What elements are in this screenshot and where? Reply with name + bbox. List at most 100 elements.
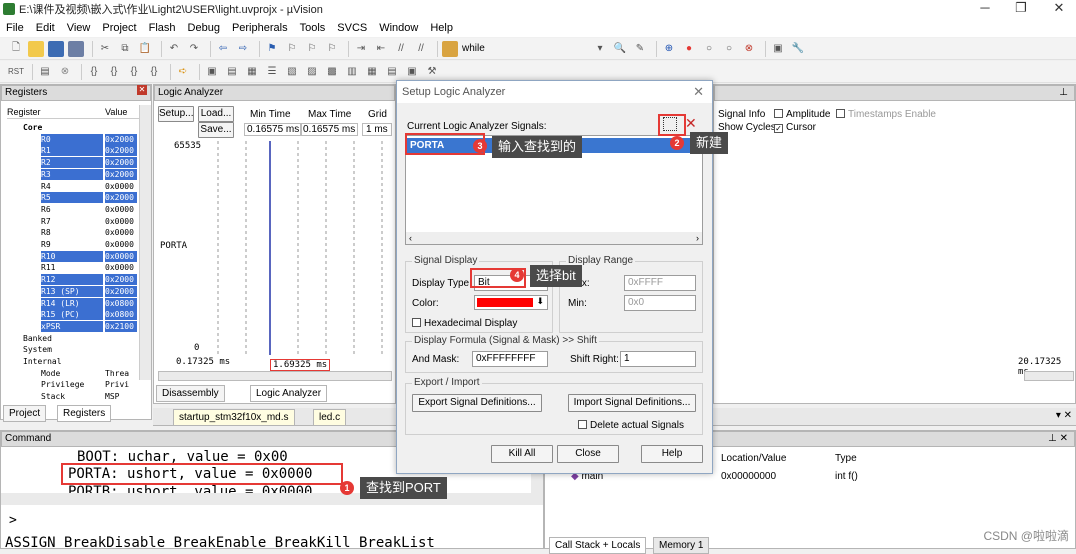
la-load-button[interactable]: Load... <box>198 106 234 122</box>
and-mask-field[interactable]: 0xFFFFFFFF <box>472 351 548 367</box>
register-row[interactable]: R2 0x2000 <box>1 157 137 169</box>
dialog-close-icon[interactable]: ✕ <box>693 84 704 100</box>
tab-project[interactable]: Project <box>3 405 47 422</box>
tab-call-stack[interactable]: Call Stack + Locals <box>549 537 647 554</box>
register-row[interactable]: R5 0x2000 <box>1 192 137 204</box>
tab-memory-1[interactable]: Memory 1 <box>653 537 710 554</box>
watch-window-icon[interactable]: ▨ <box>304 64 320 80</box>
register-row[interactable]: R13 (SP) 0x2000 <box>1 285 137 298</box>
register-row[interactable]: R8 0x0000 <box>1 227 137 239</box>
menu-flash[interactable]: Flash <box>149 22 176 34</box>
back-icon[interactable]: ⇦ <box>215 41 231 57</box>
step-out-icon[interactable]: {} <box>126 64 142 80</box>
comment-icon[interactable]: // <box>393 41 409 57</box>
memory-window-icon[interactable]: ▩ <box>324 64 340 80</box>
cut-icon[interactable]: ✂ <box>97 41 113 57</box>
la-setup-button[interactable]: Setup... <box>158 106 194 122</box>
register-row[interactable]: R3 0x2000 <box>1 168 137 181</box>
close-button[interactable]: Close <box>557 445 619 463</box>
paste-icon[interactable]: 📋 <box>137 41 153 57</box>
col-register[interactable]: Register <box>7 107 41 117</box>
register-row[interactable]: Privilege Privi <box>1 379 137 391</box>
disable-breakpoint-icon[interactable]: ○ <box>701 41 717 57</box>
shift-right-field[interactable]: 1 <box>620 351 696 367</box>
tab-registers[interactable]: Registers <box>57 405 112 422</box>
signals-hscrollbar[interactable]: ‹ › <box>406 232 702 244</box>
copy-icon[interactable]: ⧉ <box>117 41 133 57</box>
bookmark-icon[interactable]: ⚑ <box>264 41 280 57</box>
close-panel-icon[interactable]: ✕ <box>137 85 147 95</box>
redo-icon[interactable]: ↷ <box>186 41 202 57</box>
find-icon[interactable]: 🔍 <box>612 41 628 57</box>
register-row[interactable]: R11 0x0000 <box>1 262 137 274</box>
call-stack-window-icon[interactable]: ▧ <box>284 64 300 80</box>
timestamps-checkbox[interactable]: Timestamps Enable <box>836 109 936 120</box>
amplitude-checkbox[interactable]: Amplitude <box>774 109 830 120</box>
run-to-cursor-icon[interactable]: {} <box>146 64 162 80</box>
show-next-statement-icon[interactable]: ➪ <box>175 64 191 80</box>
export-signals-button[interactable]: Export Signal Definitions... <box>412 394 542 412</box>
menu-file[interactable]: File <box>6 22 24 34</box>
find-in-files-icon[interactable] <box>442 40 458 57</box>
open-folder-icon[interactable] <box>28 40 44 57</box>
kill-breakpoints-icon[interactable]: ⊗ <box>741 41 757 57</box>
forward-icon[interactable]: ⇨ <box>235 41 251 57</box>
disassembly-window-icon[interactable]: ▤ <box>224 64 240 80</box>
outdent-icon[interactable]: ⇤ <box>373 41 389 57</box>
register-row[interactable]: System <box>1 344 137 356</box>
register-row[interactable]: R6 0x0000 <box>1 204 137 216</box>
menu-tools[interactable]: Tools <box>300 22 326 34</box>
tab-close-icon[interactable]: ▾ ✕ <box>1056 410 1072 421</box>
command-window-icon[interactable]: ▣ <box>204 64 220 80</box>
configure-icon[interactable]: 🔧 <box>790 41 806 57</box>
register-row[interactable]: R4 0x0000 <box>1 181 137 193</box>
pin-icon[interactable]: ⊥ <box>1059 87 1068 98</box>
uncomment-icon[interactable]: // <box>413 41 429 57</box>
menu-project[interactable]: Project <box>102 22 136 34</box>
register-row[interactable]: Internal <box>1 356 137 368</box>
registers-window-icon[interactable]: ☰ <box>264 64 280 80</box>
next-bookmark-icon[interactable]: ⚐ <box>304 41 320 57</box>
registers-scrollbar[interactable] <box>139 105 151 380</box>
indent-icon[interactable]: ⇥ <box>353 41 369 57</box>
stop-icon[interactable]: ⊗ <box>57 64 73 80</box>
search-text[interactable]: while <box>462 43 562 54</box>
step-over-icon[interactable]: {} <box>106 64 122 80</box>
minimize-button[interactable]: ─ <box>968 0 1002 18</box>
kill-all-button[interactable]: Kill All <box>491 445 553 463</box>
save-icon[interactable] <box>48 40 64 57</box>
right-scrollbar[interactable] <box>1024 371 1074 381</box>
undo-icon[interactable]: ↶ <box>166 41 182 57</box>
reset-icon[interactable]: RST <box>8 64 24 80</box>
symbols-window-icon[interactable]: ▦ <box>244 64 260 80</box>
serial-window-icon[interactable]: ▥ <box>344 64 360 80</box>
menu-help[interactable]: Help <box>430 22 453 34</box>
menu-peripherals[interactable]: Peripherals <box>232 22 288 34</box>
register-row[interactable]: R7 0x0000 <box>1 216 137 228</box>
disable-all-breakpoints-icon[interactable]: ○ <box>721 41 737 57</box>
register-row[interactable]: xPSR 0x2100 <box>1 320 137 333</box>
register-row[interactable]: R12 0x2000 <box>1 274 137 286</box>
step-into-icon[interactable]: {} <box>86 64 102 80</box>
col-value[interactable]: Value <box>105 107 127 117</box>
min-field[interactable]: 0x0 <box>624 295 696 311</box>
hex-display-checkbox[interactable]: Hexadecimal Display <box>412 318 517 329</box>
run-icon[interactable]: ▤ <box>37 64 53 80</box>
tab-logic-analyzer[interactable]: Logic Analyzer <box>250 385 328 402</box>
debug-session-icon[interactable]: ⊕ <box>661 41 677 57</box>
trace-window-icon[interactable]: ▤ <box>384 64 400 80</box>
maximize-button[interactable]: ❐ <box>1004 0 1038 18</box>
register-row[interactable]: R10 0x0000 <box>1 250 137 263</box>
delete-signals-checkbox[interactable]: Delete actual Signals <box>578 420 684 431</box>
register-row[interactable]: R9 0x0000 <box>1 239 137 251</box>
window-layout-icon[interactable]: ▣ <box>770 41 786 57</box>
new-file-icon[interactable]: 🗋 <box>8 41 24 57</box>
analysis-window-icon[interactable]: ▦ <box>364 64 380 80</box>
cursor-checkbox[interactable]: ✓ Cursor <box>774 122 816 133</box>
pin-icon-2[interactable]: ⊥ ✕ <box>1048 433 1068 444</box>
register-row[interactable]: Core <box>1 122 137 134</box>
color-picker[interactable]: ⬇ <box>474 295 548 310</box>
tab-startup-file[interactable]: startup_stm32f10x_md.s <box>173 409 295 426</box>
menu-edit[interactable]: Edit <box>36 22 55 34</box>
menu-debug[interactable]: Debug <box>188 22 220 34</box>
